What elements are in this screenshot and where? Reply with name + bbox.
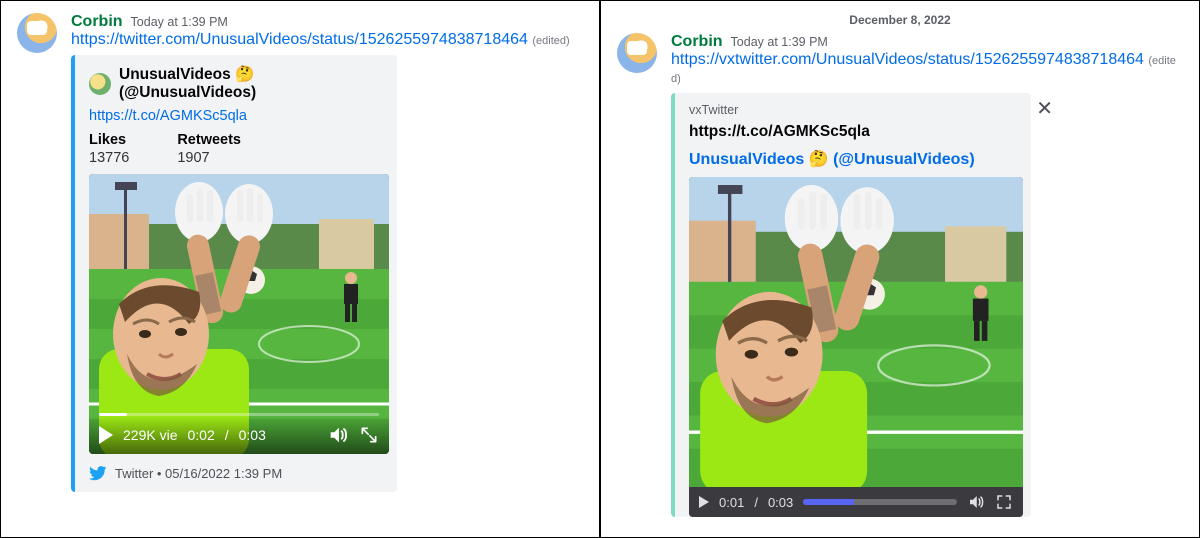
- retweets-value: 1907: [177, 150, 241, 166]
- volume-button[interactable]: [327, 424, 349, 446]
- embed-title[interactable]: https://t.co/AGMKSc5qla: [689, 123, 1017, 141]
- video-progress[interactable]: [803, 499, 957, 505]
- author-name[interactable]: Corbin: [671, 33, 723, 51]
- message-body: Corbin Today at 1:39 PM https://vxtwitte…: [671, 33, 1183, 517]
- play-button[interactable]: [699, 496, 709, 508]
- tweet-author-link-text: UnusualVideos 🤔 (@UnusualVideos): [689, 149, 975, 169]
- date-divider: December 8, 2022: [617, 13, 1183, 27]
- vxtwitter-embed: ✕ vxTwitter https://t.co/AGMKSc5qla Unus…: [671, 93, 1031, 517]
- fullscreen-icon: [995, 493, 1013, 511]
- likes-label: Likes: [89, 132, 129, 148]
- retweets-label: Retweets: [177, 132, 241, 148]
- avatar[interactable]: [17, 13, 57, 53]
- expand-icon: [359, 425, 379, 445]
- play-icon: [99, 426, 113, 444]
- tweet-author-link[interactable]: UnusualVideos 🤔 (@UnusualVideos): [689, 149, 1017, 169]
- message-link[interactable]: https://twitter.com/UnusualVideos/status…: [71, 31, 528, 48]
- tweet-stats: Likes 13776 Retweets 1907: [89, 132, 383, 166]
- fullscreen-button[interactable]: [359, 425, 379, 445]
- left-pane: Corbin Today at 1:39 PM https://twitter.…: [1, 1, 601, 537]
- embed-provider: vxTwitter: [689, 103, 1017, 117]
- video-player-twitter[interactable]: 229K vie 0:02 / 0:03: [89, 174, 389, 454]
- tweet-short-link[interactable]: https://t.co/AGMKSc5qla: [89, 108, 383, 124]
- video-time-current: 0:01: [719, 495, 744, 510]
- video-time-current: 0:02: [187, 427, 214, 443]
- message-link[interactable]: https://vxtwitter.com/UnusualVideos/stat…: [671, 51, 1144, 68]
- tweet-author-avatar: [89, 73, 111, 95]
- video-views: 229K vie: [123, 427, 177, 443]
- message-left: Corbin Today at 1:39 PM https://twitter.…: [17, 13, 583, 492]
- video-player-vx[interactable]: 0:01 / 0:03: [689, 177, 1023, 517]
- volume-icon: [967, 493, 985, 511]
- embed-footer: Twitter • 05/16/2022 1:39 PM: [89, 464, 383, 482]
- embed-footer-text: Twitter • 05/16/2022 1:39 PM: [115, 466, 282, 481]
- time-sep: /: [754, 495, 758, 510]
- message-right: Corbin Today at 1:39 PM https://vxtwitte…: [617, 33, 1183, 517]
- twitter-embed: UnusualVideos 🤔 (@UnusualVideos) https:/…: [71, 55, 397, 492]
- message-body: Corbin Today at 1:39 PM https://twitter.…: [71, 13, 583, 492]
- tweet-author[interactable]: UnusualVideos 🤔 (@UnusualVideos): [89, 65, 383, 102]
- volume-icon: [327, 424, 349, 446]
- play-button[interactable]: [99, 426, 113, 444]
- avatar[interactable]: [617, 33, 657, 73]
- video-time-total: 0:03: [768, 495, 793, 510]
- twitter-bird-icon: [89, 464, 107, 482]
- message-timestamp: Today at 1:39 PM: [731, 35, 828, 49]
- volume-button[interactable]: [967, 493, 985, 511]
- video-controls: 229K vie 0:02 / 0:03: [89, 416, 389, 454]
- author-name[interactable]: Corbin: [71, 13, 123, 31]
- right-pane: December 8, 2022 Corbin Today at 1:39 PM…: [601, 1, 1199, 537]
- close-embed-button[interactable]: ✕: [1036, 99, 1053, 119]
- video-time-total: 0:03: [239, 427, 266, 443]
- time-sep: /: [225, 427, 229, 443]
- edited-tag: (edited): [532, 35, 569, 47]
- play-icon: [699, 496, 709, 508]
- fullscreen-button[interactable]: [995, 493, 1013, 511]
- video-thumbnail: [89, 174, 389, 454]
- message-timestamp: Today at 1:39 PM: [131, 15, 228, 29]
- video-controls: 0:01 / 0:03: [689, 487, 1023, 517]
- video-thumbnail: [689, 177, 1023, 487]
- tweet-author-name: UnusualVideos 🤔 (@UnusualVideos): [119, 65, 383, 102]
- likes-value: 13776: [89, 150, 129, 166]
